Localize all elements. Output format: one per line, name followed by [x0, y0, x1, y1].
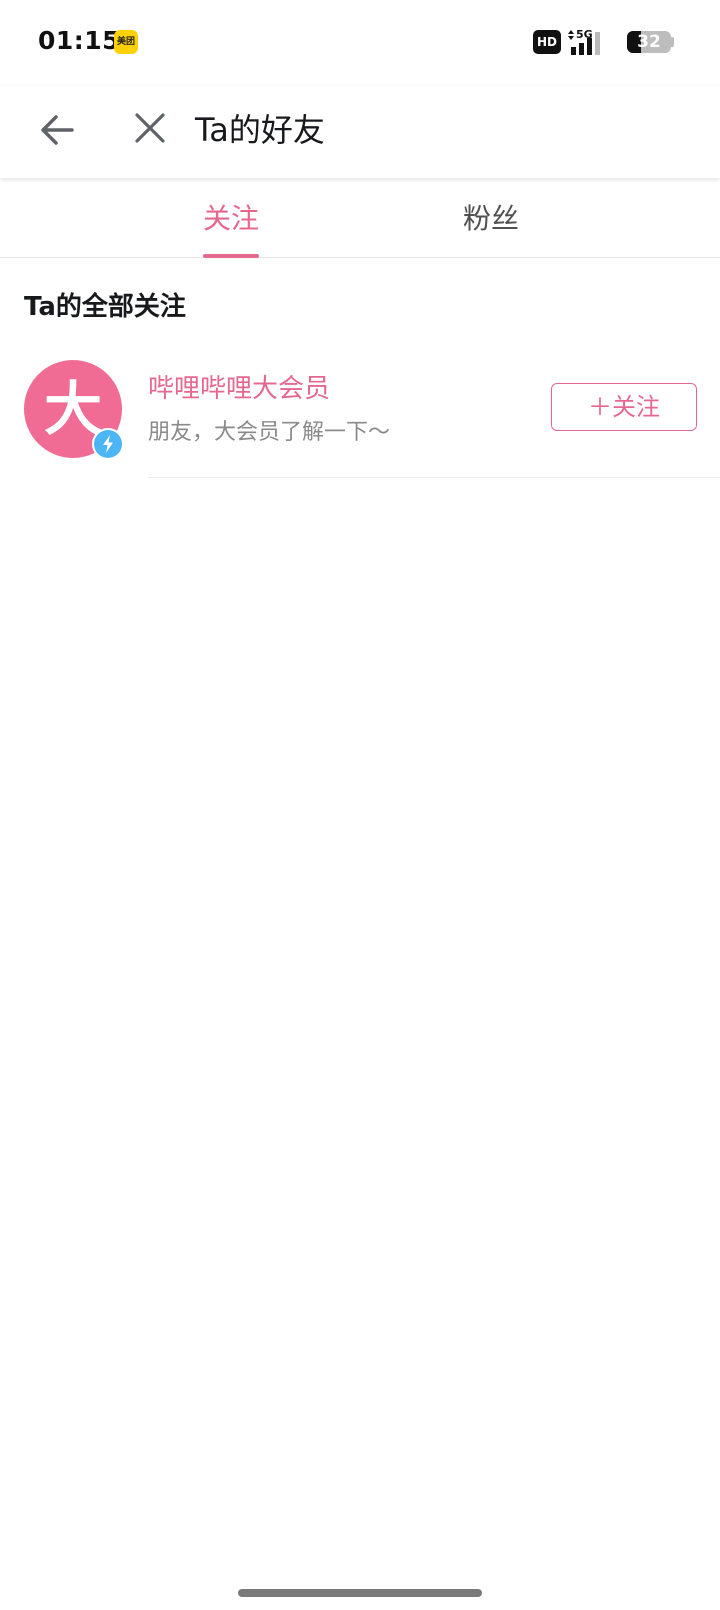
close-icon	[135, 113, 165, 143]
follow-button[interactable]: ＋关注	[551, 383, 697, 431]
home-indicator[interactable]	[238, 1589, 482, 1597]
active-tab-indicator	[203, 254, 259, 258]
meituan-app-icon: 美团	[114, 30, 138, 54]
tab-fans[interactable]: 粉丝	[391, 178, 591, 258]
close-button[interactable]	[128, 106, 172, 150]
back-button[interactable]	[36, 108, 80, 152]
verified-badge	[92, 428, 124, 460]
battery-cap	[671, 37, 674, 47]
user-description: 朋友，大会员了解一下～	[148, 420, 391, 445]
section-title: Ta的全部关注	[24, 292, 186, 322]
lightning-icon	[94, 430, 122, 458]
hd-icon: HD	[533, 30, 561, 54]
battery-icon: 32	[627, 31, 671, 53]
page-title: Ta的好友	[195, 111, 325, 149]
divider	[148, 477, 720, 478]
avatar[interactable]: 大	[24, 360, 124, 460]
status-bar: 01:15 美团 HD 5G 32	[0, 0, 720, 86]
top-app-bar: Ta的好友	[0, 86, 720, 178]
user-name[interactable]: 哔哩哔哩大会员	[148, 368, 330, 405]
arrow-left-icon	[41, 115, 74, 145]
tab-bar: 关注 粉丝	[0, 178, 720, 258]
list-item[interactable]: 大 哔哩哔哩大会员 朋友，大会员了解一下～ ＋关注	[0, 352, 720, 478]
status-time: 01:15	[38, 26, 121, 55]
screen: 01:15 美团 HD 5G 32 Ta的好友 关注 粉丝 Ta的全部关注 大 …	[0, 0, 720, 1610]
tab-following[interactable]: 关注	[131, 178, 331, 258]
signal-icon: 5G	[568, 28, 600, 55]
battery-level: 32	[637, 32, 661, 52]
